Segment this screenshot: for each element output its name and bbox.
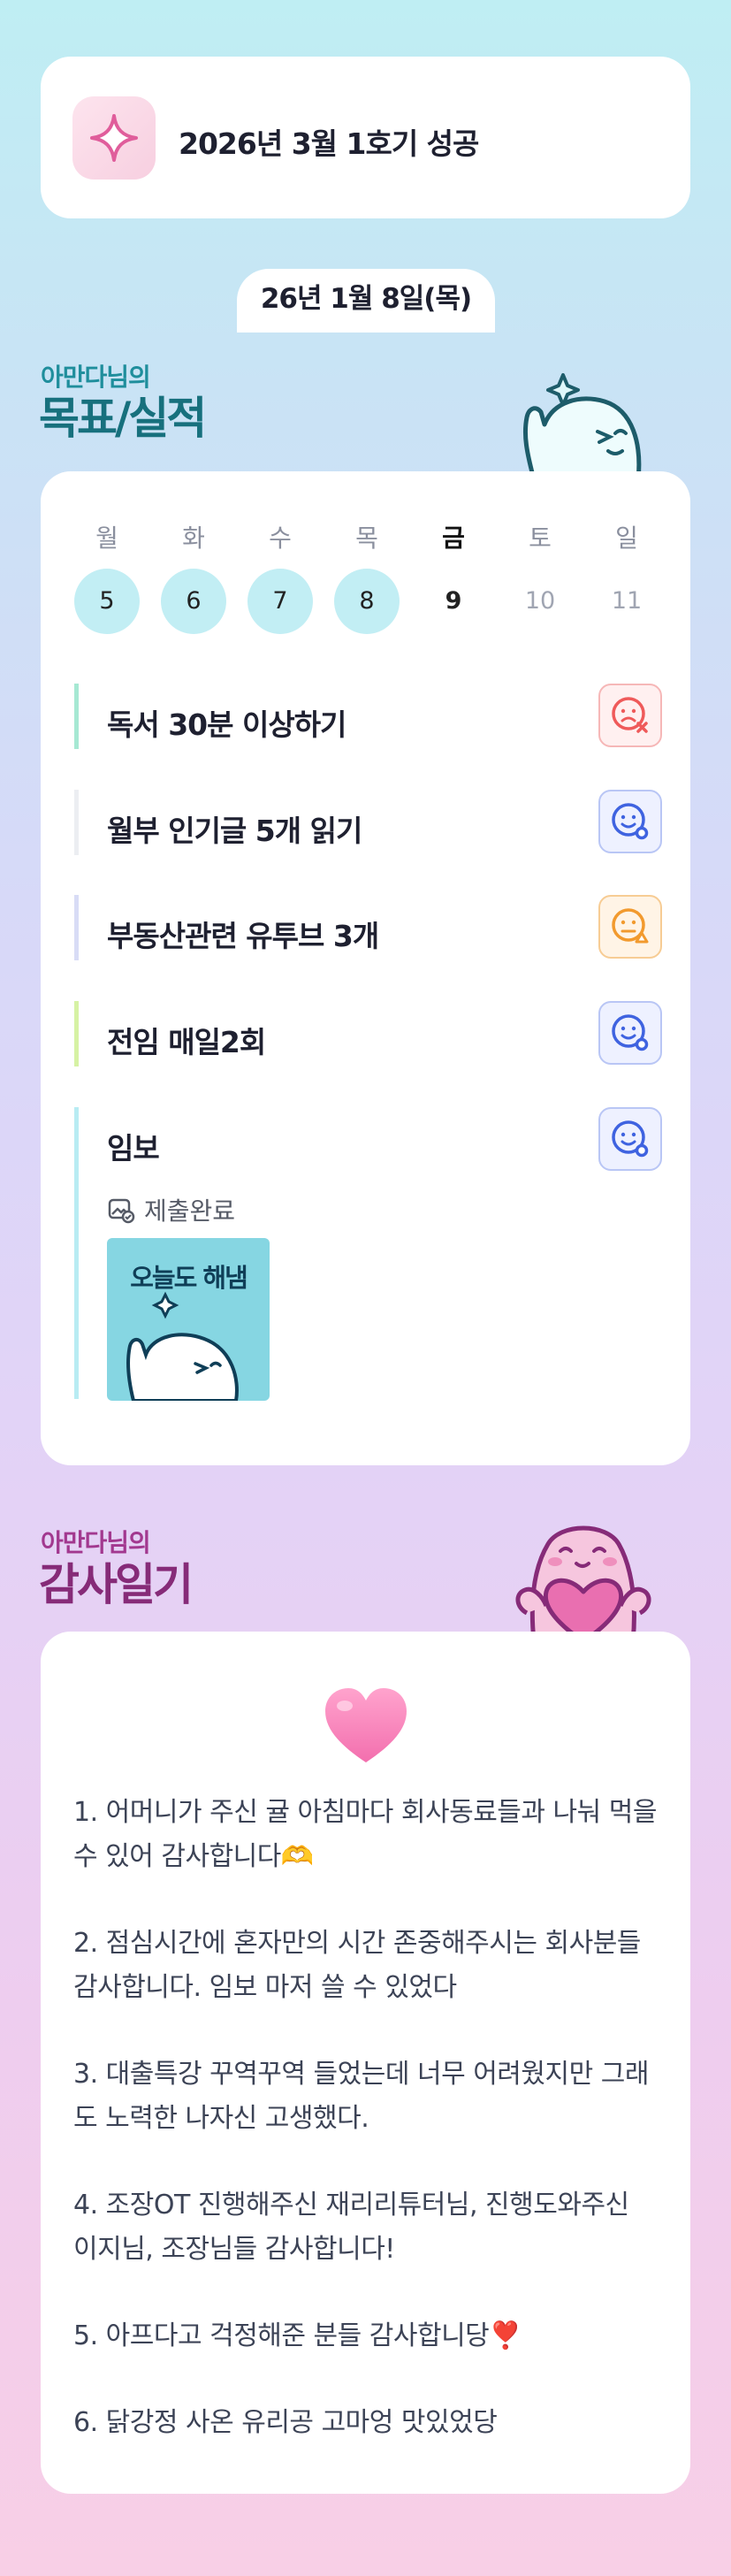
mascot-sticker-icon [126, 1291, 239, 1401]
task-name: 월부 인기글 5개 읽기 [107, 814, 362, 848]
calendar-day[interactable]: 화6 [161, 521, 226, 634]
diary-entry: 2. 점심시간에 혼자만의 시간 존중해주시는 회사분들 감사합니다. 임보 마… [73, 1928, 641, 2003]
goal-section-title: 목표/실적 [39, 393, 207, 444]
day-number: 11 [611, 587, 643, 615]
diary-entry: 4. 조장OT 진행해주신 재리리튜터님, 진행도와주신 이지님, 조장님들 감… [73, 2190, 629, 2265]
gratitude-diary-card: 1. 어머니가 주신 귤 아침마다 회사동료들과 나눠 먹을 수 있어 감사합니… [41, 1632, 690, 2494]
heart-mascot-icon [515, 1525, 651, 1641]
day-number: 6 [161, 569, 226, 634]
task-item[interactable]: 임보 제출완료 오늘도 해냄 [74, 1107, 662, 1401]
diary-entries: 1. 어머니가 주신 귤 아침마다 회사동료들과 나눠 먹을 수 있어 감사합니… [73, 1791, 659, 2488]
weekday-label: 목 [355, 524, 378, 553]
heart-icon [325, 1688, 407, 1762]
challenge-title: 2026년 3월 1호기 성공 [179, 126, 479, 161]
calendar-day[interactable]: 월5 [74, 521, 140, 634]
task-item[interactable]: 독서 30분 이상하기 [74, 684, 662, 749]
calendar-day[interactable]: 수7 [247, 521, 313, 634]
task-status-button[interactable] [598, 790, 662, 853]
day-number: 8 [334, 569, 400, 634]
weekday-label: 수 [269, 524, 292, 553]
date-tab[interactable]: 26년 1월 8일(목) [237, 269, 495, 333]
task-status-button[interactable] [598, 1001, 662, 1065]
task-name: 독서 30분 이상하기 [107, 707, 346, 742]
weekday-label: 토 [529, 524, 552, 553]
calendar-day[interactable]: 금9 [421, 521, 486, 634]
smile-face-o-icon [612, 803, 649, 840]
waving-mascot-icon [522, 373, 642, 479]
diary-entry: 6. 닭강정 사온 유리공 고마엉 맛있었당 [73, 2407, 498, 2438]
diary-entry: 3. 대출특강 꾸역꾸역 들었는데 너무 어려웠지만 그래도 노력한 나자신 고… [73, 2059, 649, 2134]
proof-image-text: 오늘도 해냄 [130, 1263, 248, 1293]
week-calendar: 월 5 화 6 수 7 목 8 금 9 토 10 일 11 [74, 521, 658, 645]
day-number: 5 [74, 569, 140, 634]
day-number: 10 [524, 587, 556, 615]
day-number: 7 [247, 569, 313, 634]
challenge-card: 2026년 3월 1호기 성공 [41, 57, 690, 218]
calendar-day[interactable]: 토 10 [507, 521, 573, 634]
day-number: 9 [445, 587, 462, 615]
task-item[interactable]: 전임 매일2회 [74, 1001, 662, 1066]
weekday-label: 금 [442, 524, 465, 553]
sparkle-icon [90, 114, 138, 162]
submitted-label: 제출완료 [144, 1196, 236, 1226]
submitted-status: 제출완료 [107, 1192, 235, 1227]
weekday-label: 화 [182, 524, 205, 553]
sparkle-badge [72, 96, 156, 180]
diary-entry: 1. 어머니가 주신 귤 아침마다 회사동료들과 나눠 먹을 수 있어 감사합니… [73, 1797, 657, 1872]
weekday-label: 월 [95, 524, 118, 553]
task-status-button[interactable] [598, 895, 662, 959]
proof-image-thumbnail[interactable]: 오늘도 해냄 [107, 1238, 270, 1401]
task-status-button[interactable] [598, 1107, 662, 1171]
diary-section-title: 감사일기 [39, 1559, 194, 1610]
sad-face-x-icon [612, 697, 648, 733]
weekday-label: 일 [615, 524, 638, 553]
task-name: 전임 매일2회 [107, 1025, 266, 1059]
task-item[interactable]: 부동산관련 유투브 3개 [74, 895, 662, 960]
diary-entry: 5. 아프다고 걱정해준 분들 감사합니당❣️ [73, 2320, 522, 2351]
calendar-day[interactable]: 일 11 [594, 521, 659, 634]
smile-face-o-icon [612, 1120, 649, 1158]
task-item[interactable]: 월부 인기글 5개 읽기 [74, 790, 662, 855]
goal-card: 월 5 화 6 수 7 목 8 금 9 토 10 일 11 독서 30분 이상하기 월부 인기글 5개 읽… [41, 471, 690, 1465]
calendar-day[interactable]: 목8 [334, 521, 400, 634]
task-name: 임보 [107, 1131, 160, 1166]
meh-face-triangle-icon [612, 908, 649, 944]
image-check-icon [108, 1198, 135, 1224]
task-status-button[interactable] [598, 684, 662, 747]
smile-face-o-icon [612, 1014, 649, 1051]
task-name: 부동산관련 유투브 3개 [107, 919, 379, 953]
